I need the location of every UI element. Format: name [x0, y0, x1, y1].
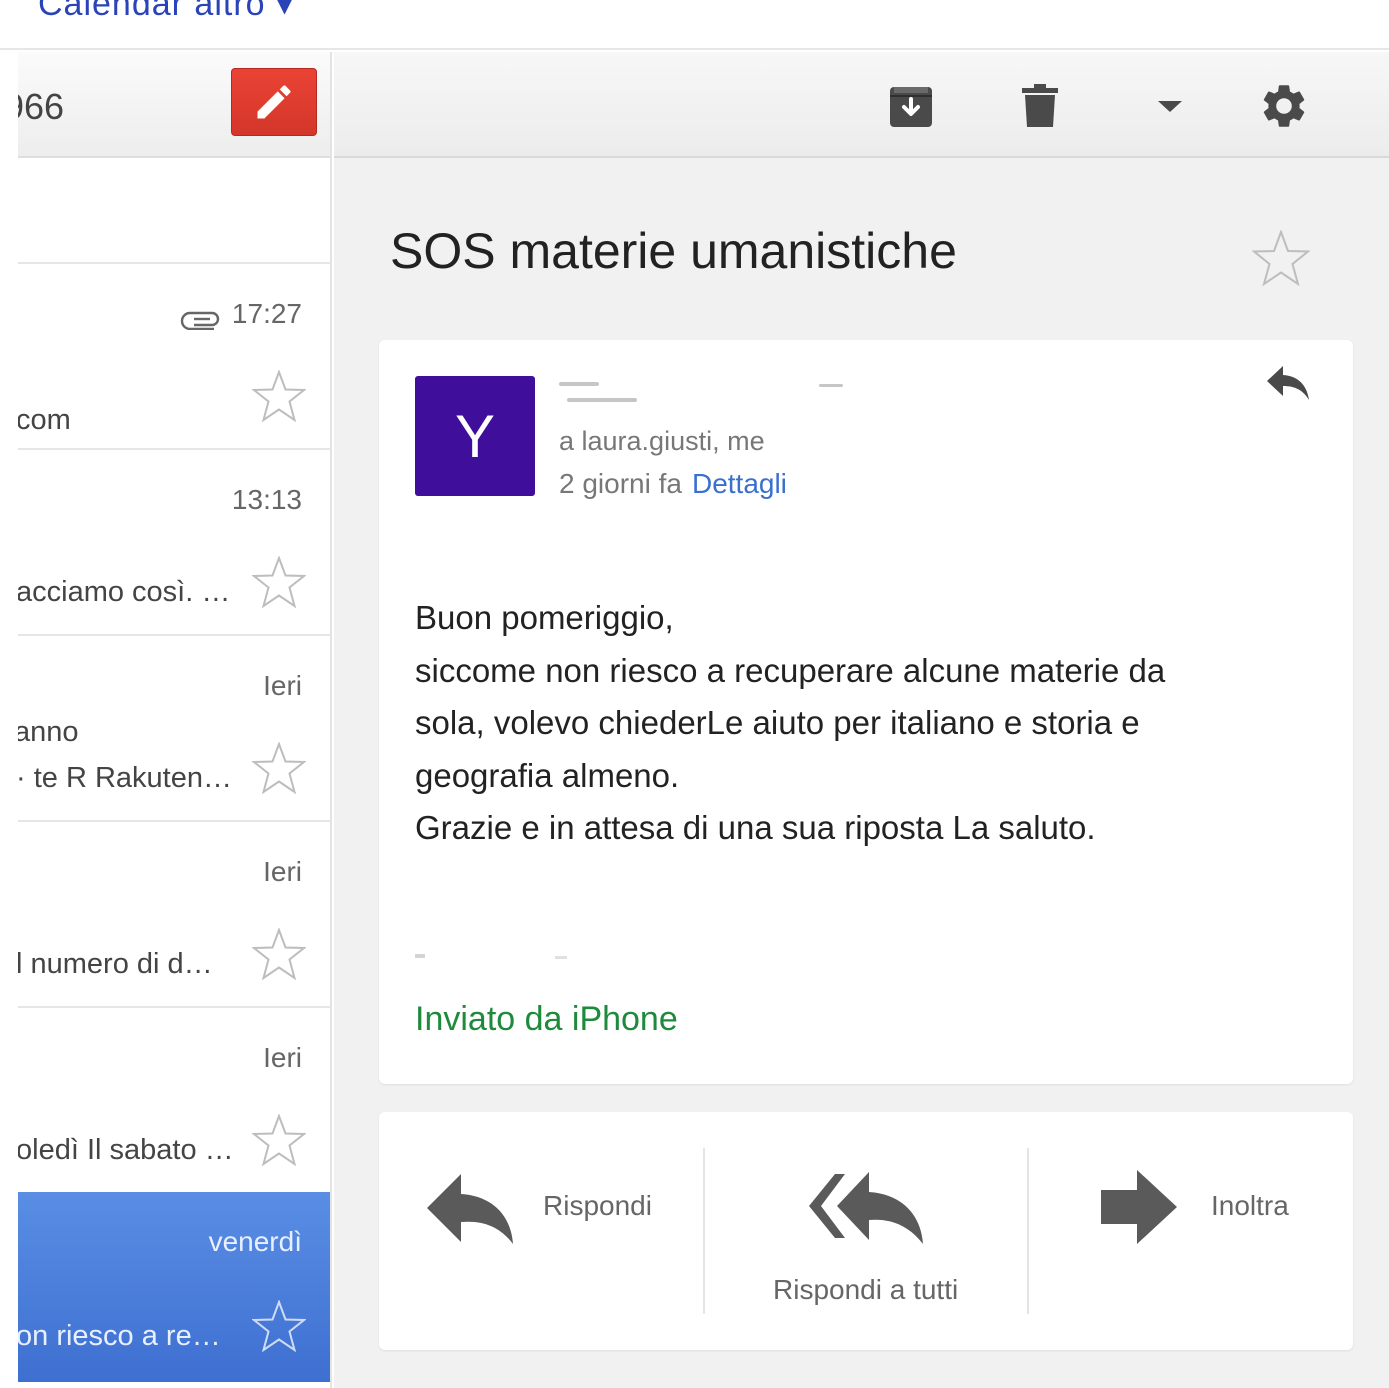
inbox-count: 966 [18, 86, 65, 127]
top-nav-cut-text[interactable]: Calendar altro ▾ [38, 0, 294, 24]
reply-actions: Rispondi Rispondi a tutti Inoltra [379, 1112, 1353, 1350]
list-item-snippet: l numero di d… [18, 948, 213, 980]
reply-icon [427, 1174, 513, 1244]
body-line: siccome non riesco a recuperare alcune m… [415, 651, 1166, 689]
message-signature: Inviato da iPhone [415, 1000, 678, 1038]
message-meta: 2 giorni fa Dettagli [559, 468, 787, 500]
settings-button[interactable] [1254, 76, 1314, 136]
details-link[interactable]: Dettagli [692, 468, 787, 499]
archive-button[interactable] [881, 76, 941, 136]
list-item-time: 13:13 [231, 484, 302, 515]
list-spacer [18, 160, 330, 264]
list-item-time: Ieri [263, 1042, 302, 1073]
list-item-selected[interactable]: venerdì on riesco a re… [18, 1192, 330, 1382]
reply-button[interactable]: Rispondi [379, 1112, 703, 1350]
forward-icon [1101, 1170, 1177, 1244]
reply-all-icon [809, 1172, 923, 1244]
list-item-sender: anno [18, 716, 79, 748]
gear-icon [1263, 85, 1305, 127]
list-item[interactable]: Ieri oledì Il sabato … [18, 1008, 330, 1194]
list-item-time: 17:27 [231, 298, 302, 329]
star-icon[interactable] [252, 742, 306, 794]
forward-label: Inoltra [1211, 1190, 1289, 1221]
archive-icon [890, 87, 932, 127]
star-icon[interactable] [1252, 230, 1310, 286]
chevron-down-icon [1158, 101, 1182, 112]
sender-name-redacted [559, 380, 969, 404]
list-item[interactable]: 13:13 acciamo così. … [18, 450, 330, 636]
body-line: geografia almeno. [415, 756, 680, 794]
top-nav-strip: Calendar altro ▾ [0, 0, 1389, 50]
forward-button[interactable]: Inoltra [1029, 1112, 1353, 1350]
message-body: Buon pomeriggio, siccome non riesco a re… [415, 592, 1315, 855]
list-item-snippet: com [18, 404, 71, 436]
list-item[interactable]: 17:27 com [18, 264, 330, 450]
list-header: 966 [18, 52, 330, 158]
list-item-time: venerdì [208, 1226, 302, 1257]
message-date: 2 giorni fa [559, 468, 682, 499]
message-toolbar [334, 52, 1389, 158]
signature-redacted [415, 954, 715, 959]
list-item-time: Ieri [263, 856, 302, 887]
list-item[interactable]: Ieri l numero di d… [18, 822, 330, 1008]
list-item-snippet: acciamo così. … [18, 576, 231, 608]
body-line: sola, volevo chiederLe aiuto per italian… [415, 704, 1140, 741]
paperclip-icon [180, 311, 220, 330]
message-card: Y a laura.giusti, me 2 giorni fa Dettagli… [379, 340, 1353, 1084]
list-item-snippet: · te R Rakuten… [18, 762, 232, 794]
star-icon[interactable] [252, 370, 306, 422]
list-item[interactable]: Ieri anno · te R Rakuten… [18, 636, 330, 822]
pencil-icon [257, 85, 291, 119]
message-recipients: a laura.giusti, me [559, 426, 765, 456]
reading-pane: SOS materie umanistiche Y a laura.giusti… [334, 52, 1389, 1388]
list-item-snippet: oledì Il sabato … [18, 1134, 234, 1166]
star-icon[interactable] [252, 1300, 306, 1352]
reply-all-button[interactable]: Rispondi a tutti [705, 1112, 1027, 1350]
star-icon[interactable] [252, 928, 306, 980]
delete-button[interactable] [1010, 76, 1070, 136]
message-list: 966 17:27 com 13:13 acciamo così. … Ieri… [18, 52, 332, 1388]
list-item-snippet: on riesco a re… [18, 1320, 221, 1352]
reply-label: Rispondi [543, 1190, 652, 1221]
sender-avatar: Y [415, 376, 535, 496]
list-item-time: Ieri [263, 670, 302, 701]
body-line: Grazie e in attesa di una sua riposta La… [415, 809, 1096, 846]
compose-button[interactable] [231, 68, 317, 136]
body-line: Buon pomeriggio, [415, 599, 674, 636]
star-icon[interactable] [252, 556, 306, 608]
message-subject: SOS materie umanistiche [390, 223, 957, 279]
reply-icon[interactable] [1265, 364, 1311, 404]
reply-all-label: Rispondi a tutti [773, 1274, 959, 1305]
star-icon[interactable] [252, 1114, 306, 1166]
trash-icon [1022, 84, 1058, 127]
more-dropdown[interactable] [1140, 76, 1200, 136]
